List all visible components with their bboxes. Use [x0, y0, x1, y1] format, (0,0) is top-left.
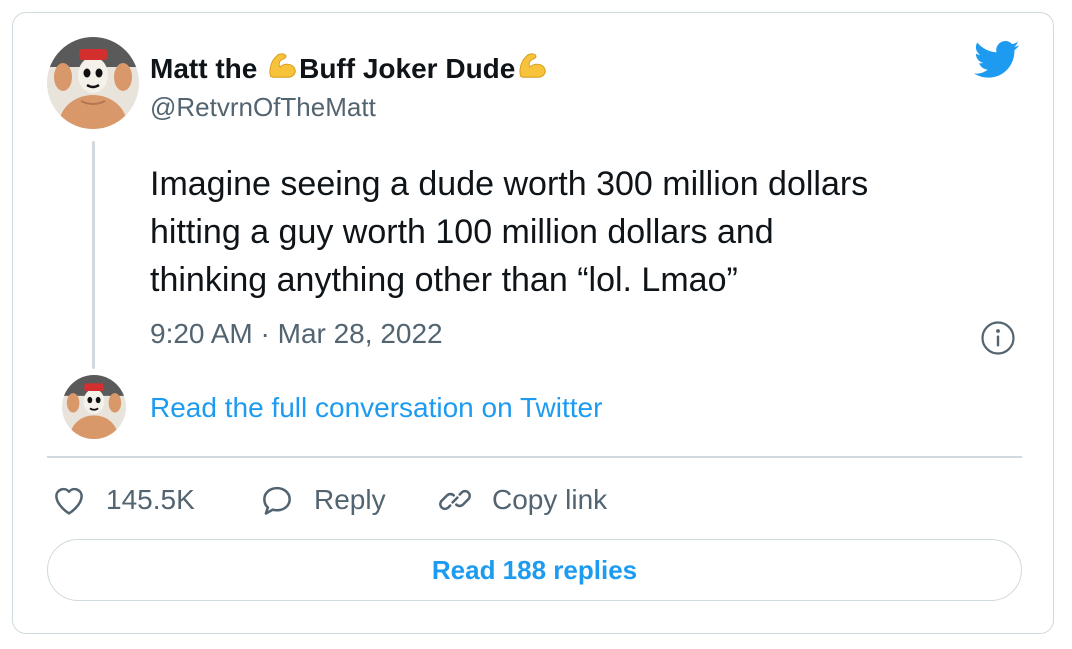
tweet-timestamp[interactable]: 9:20 AM · Mar 28, 2022: [150, 318, 443, 350]
tweet-text: Imagine seeing a dude worth 300 million …: [150, 160, 1010, 304]
author-avatar-small[interactable]: [62, 375, 126, 439]
reply-button[interactable]: Reply: [258, 478, 386, 522]
copy-link-button[interactable]: Copy link: [436, 478, 607, 522]
author-handle[interactable]: @RetvrnOfTheMatt: [150, 92, 376, 123]
tweet-text-line: Imagine seeing a dude worth 300 million …: [150, 165, 869, 203]
author-name[interactable]: Matt the Buff Joker Dude: [150, 48, 549, 85]
reply-icon: [263, 486, 291, 515]
flexed-biceps-icon: [269, 53, 296, 78]
like-count: 145.5K: [106, 484, 195, 515]
read-replies-button[interactable]: Read 188 replies: [47, 539, 1022, 601]
info-icon[interactable]: [980, 320, 1016, 356]
like-button[interactable]: 145.5K: [50, 478, 195, 522]
flexed-biceps-icon: [519, 53, 547, 78]
tweet-text-line: hitting a guy worth 100 million dollars …: [150, 213, 774, 251]
heart-icon: [55, 487, 83, 515]
divider: [47, 456, 1022, 458]
twitter-bird-icon[interactable]: [974, 40, 1020, 80]
copy-link-label: Copy link: [492, 484, 608, 515]
reply-label: Reply: [314, 484, 386, 515]
link-icon: [439, 489, 471, 511]
read-full-conversation-link[interactable]: Read the full conversation on Twitter: [150, 392, 602, 424]
tweet-text-line: thinking anything other than “lol. Lmao”: [150, 261, 738, 299]
thread-line: [92, 141, 95, 369]
author-avatar[interactable]: [47, 37, 139, 129]
